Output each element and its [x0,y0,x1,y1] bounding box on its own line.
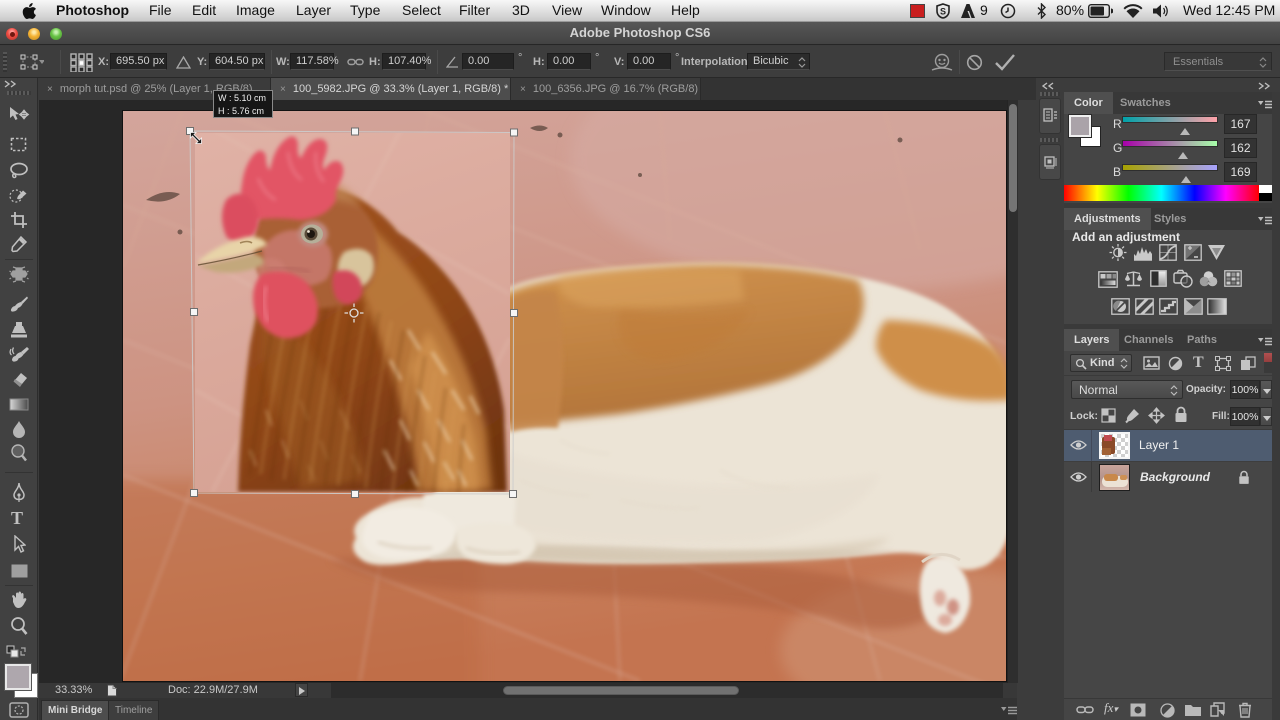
svg-text:S: S [940,7,946,17]
